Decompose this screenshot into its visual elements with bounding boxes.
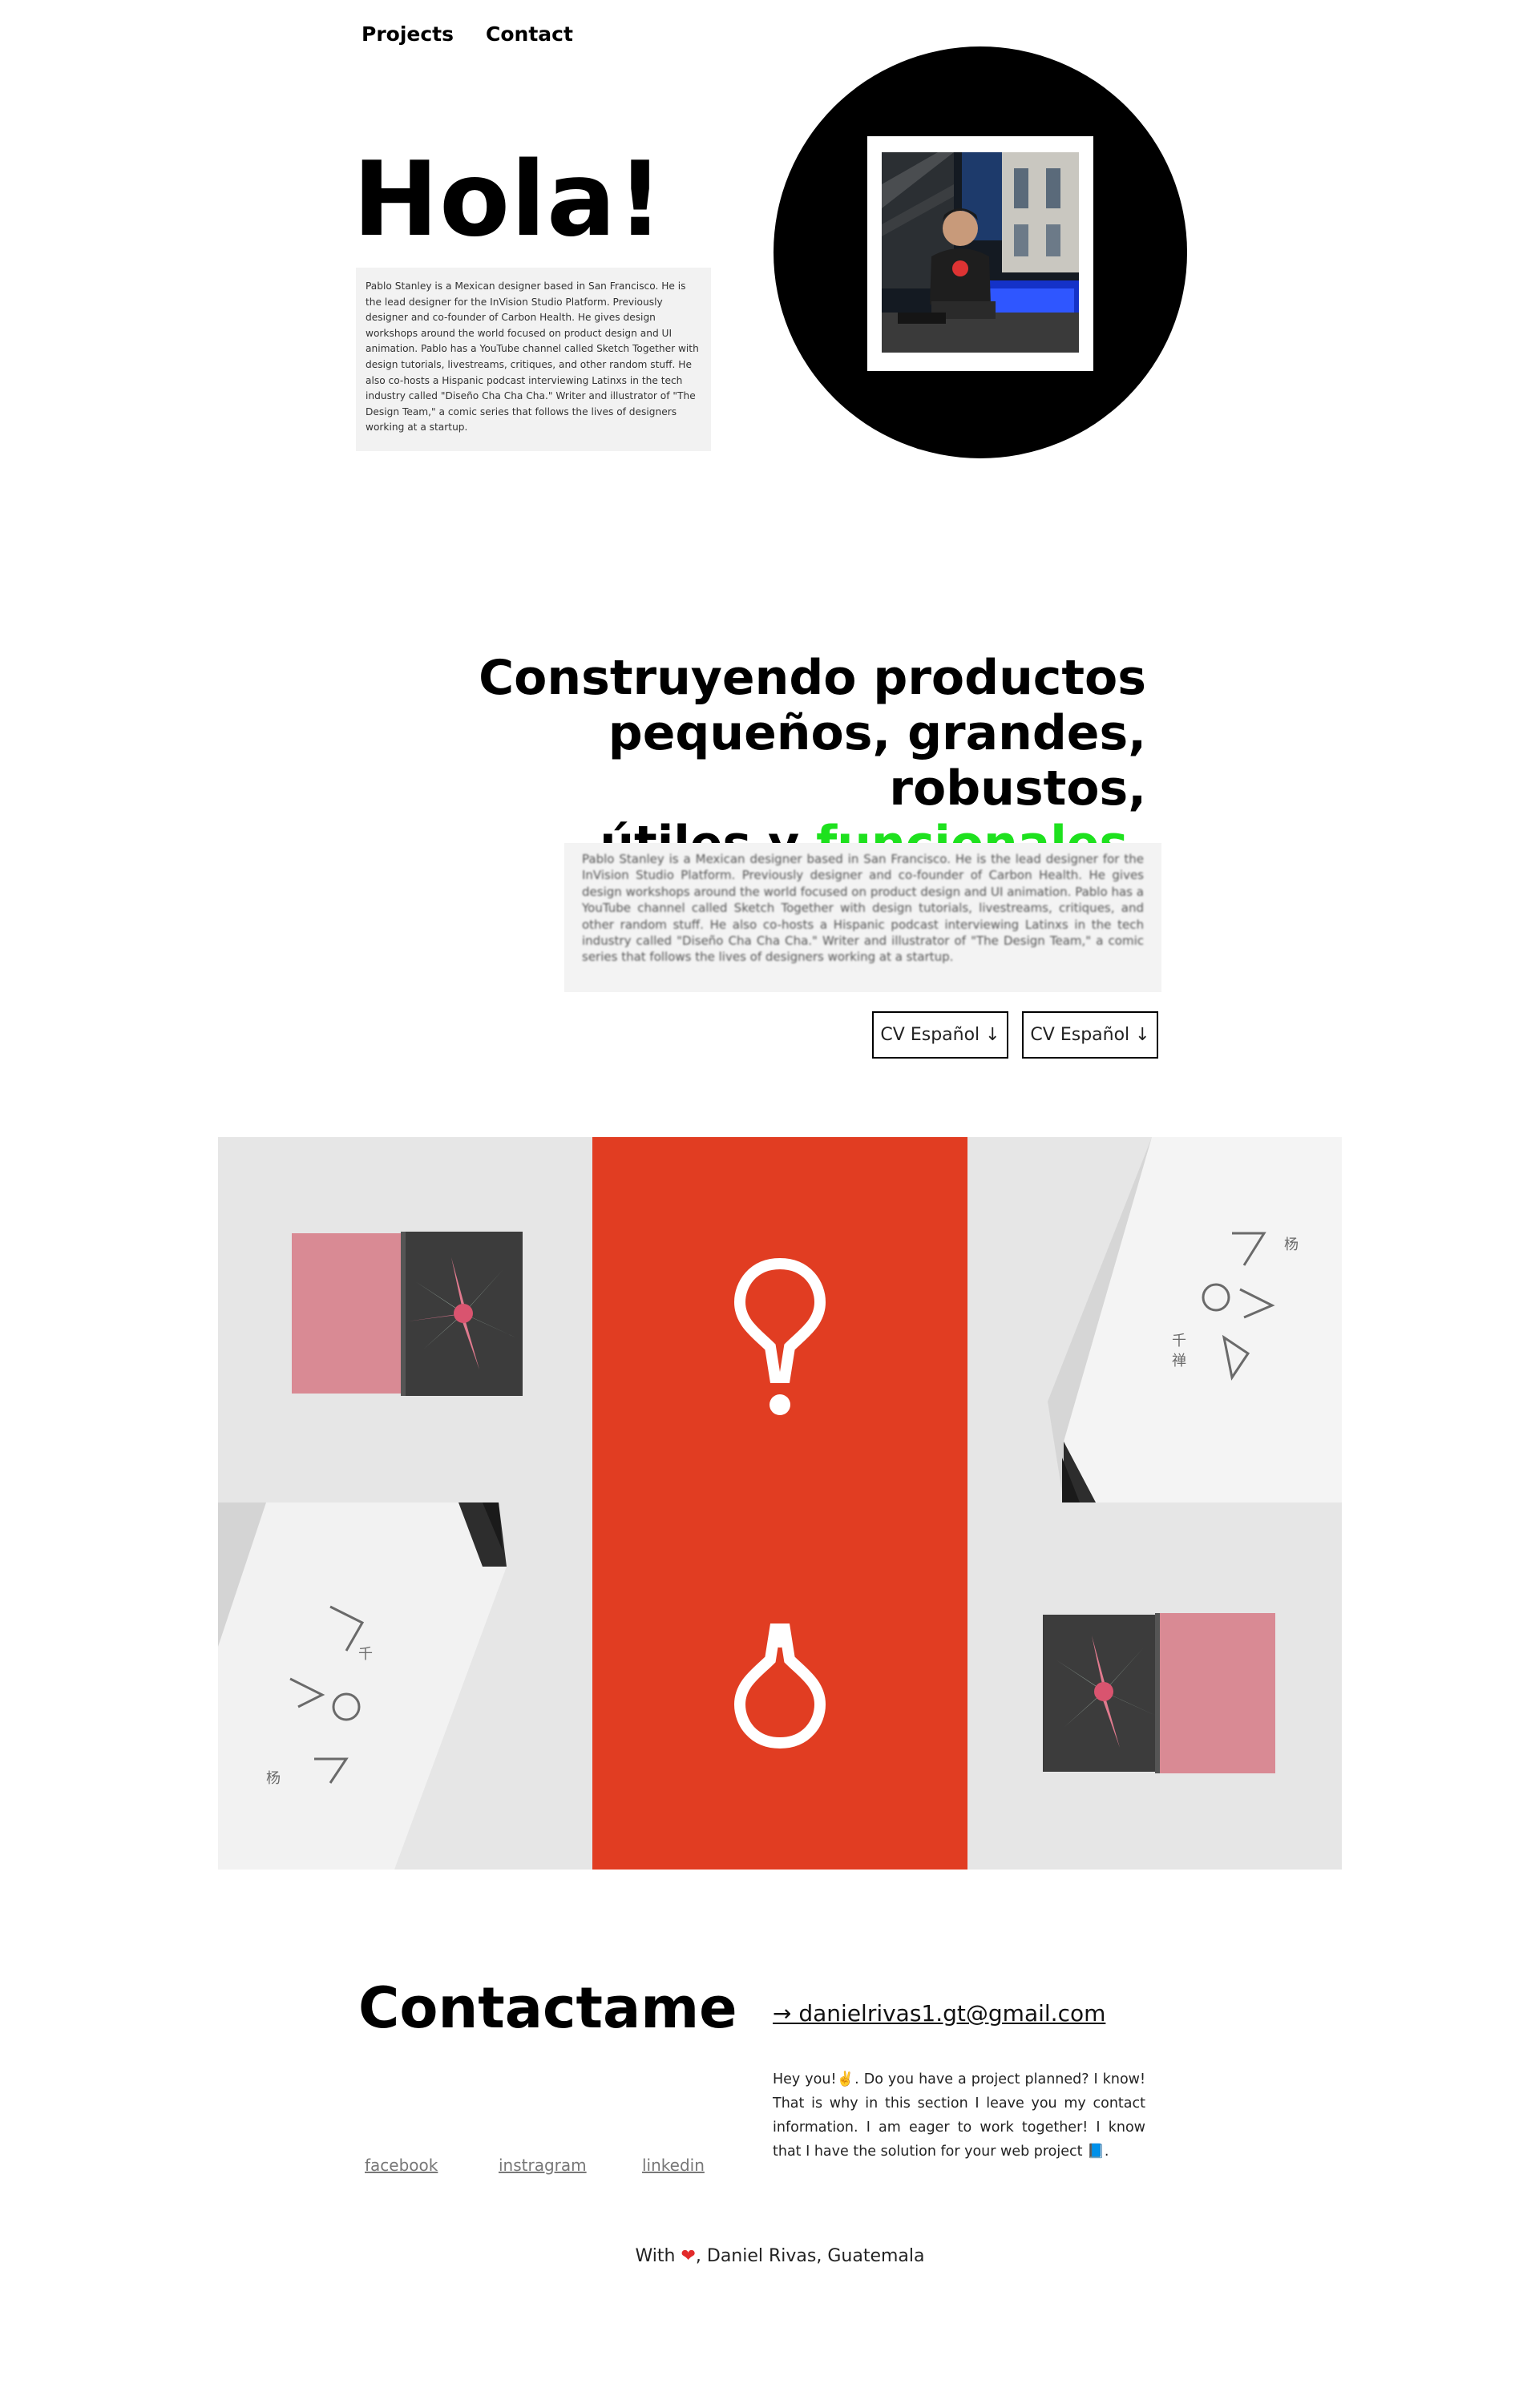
portrait-image xyxy=(882,152,1079,353)
top-nav: Projects Contact xyxy=(362,22,573,46)
gallery-tile-inverted-exclamation[interactable] xyxy=(592,1502,967,1870)
gallery-tile-book[interactable] xyxy=(218,1137,592,1502)
facebook-link[interactable]: facebook xyxy=(365,2156,438,2175)
about-bio-card: Pablo Stanley is a Mexican designer base… xyxy=(564,843,1161,992)
svg-text:杨: 杨 xyxy=(266,1770,281,1787)
footer-prefix: With xyxy=(635,2246,681,2266)
exclamation-mark-icon xyxy=(733,1257,826,1415)
contact-text: Hey you!✌️. Do you have a project planne… xyxy=(773,2071,1145,2160)
hero-bio-text: Pablo Stanley is a Mexican designer base… xyxy=(366,280,699,434)
heart-icon: ❤ xyxy=(681,2246,696,2266)
svg-text:千: 千 xyxy=(1172,1333,1186,1349)
hero-bio-card: Pablo Stanley is a Mexican designer base… xyxy=(356,268,711,451)
footer-credit: , Daniel Rivas, Guatemala xyxy=(695,2246,925,2266)
book-open-icon xyxy=(1043,1613,1275,1773)
book-open-icon xyxy=(292,1232,523,1396)
box-corner-icon: 千 杨 xyxy=(218,1502,507,1870)
footer: With ❤, Daniel Rivas, Guatemala xyxy=(0,2246,1539,2266)
nav-contact-link[interactable]: Contact xyxy=(486,22,573,46)
gallery-tile-book-2[interactable] xyxy=(967,1502,1342,1870)
cv-download-button-2[interactable]: CV Español ↓ xyxy=(1022,1011,1158,1059)
contact-title: Contactame xyxy=(358,1975,737,2041)
svg-text:千: 千 xyxy=(358,1646,373,1663)
tagline-line-1: Construyendo productos xyxy=(479,650,1146,706)
gallery-tile-box-2[interactable]: 千 杨 xyxy=(218,1502,592,1870)
tagline-line-2: pequeños, grandes, robustos, xyxy=(608,705,1146,817)
instagram-link[interactable]: instragram xyxy=(499,2156,587,2175)
gallery-tile-exclamation[interactable] xyxy=(592,1137,967,1502)
hero-title: Hola! xyxy=(353,140,664,260)
cv-download-button[interactable]: CV Español ↓ xyxy=(872,1011,1008,1059)
about-bio-text: Pablo Stanley is a Mexican designer base… xyxy=(582,852,1144,965)
portrait-photo xyxy=(882,152,1079,353)
nav-projects-link[interactable]: Projects xyxy=(362,22,454,46)
gallery-tile-box[interactable]: 杨 千 禅 xyxy=(967,1137,1342,1502)
box-corner-icon: 杨 千 禅 xyxy=(1048,1137,1342,1502)
inverted-exclamation-icon xyxy=(733,1623,826,1749)
svg-text:禅: 禅 xyxy=(1172,1353,1186,1369)
email-link[interactable]: → danielrivas1.gt@gmail.com xyxy=(773,2000,1105,2027)
linkedin-link[interactable]: linkedin xyxy=(642,2156,705,2175)
tagline: Construyendo productos pequeños, grandes… xyxy=(345,651,1146,872)
svg-text:杨: 杨 xyxy=(1284,1236,1299,1253)
project-gallery: 杨 千 禅 千 杨 xyxy=(218,1137,1342,1870)
